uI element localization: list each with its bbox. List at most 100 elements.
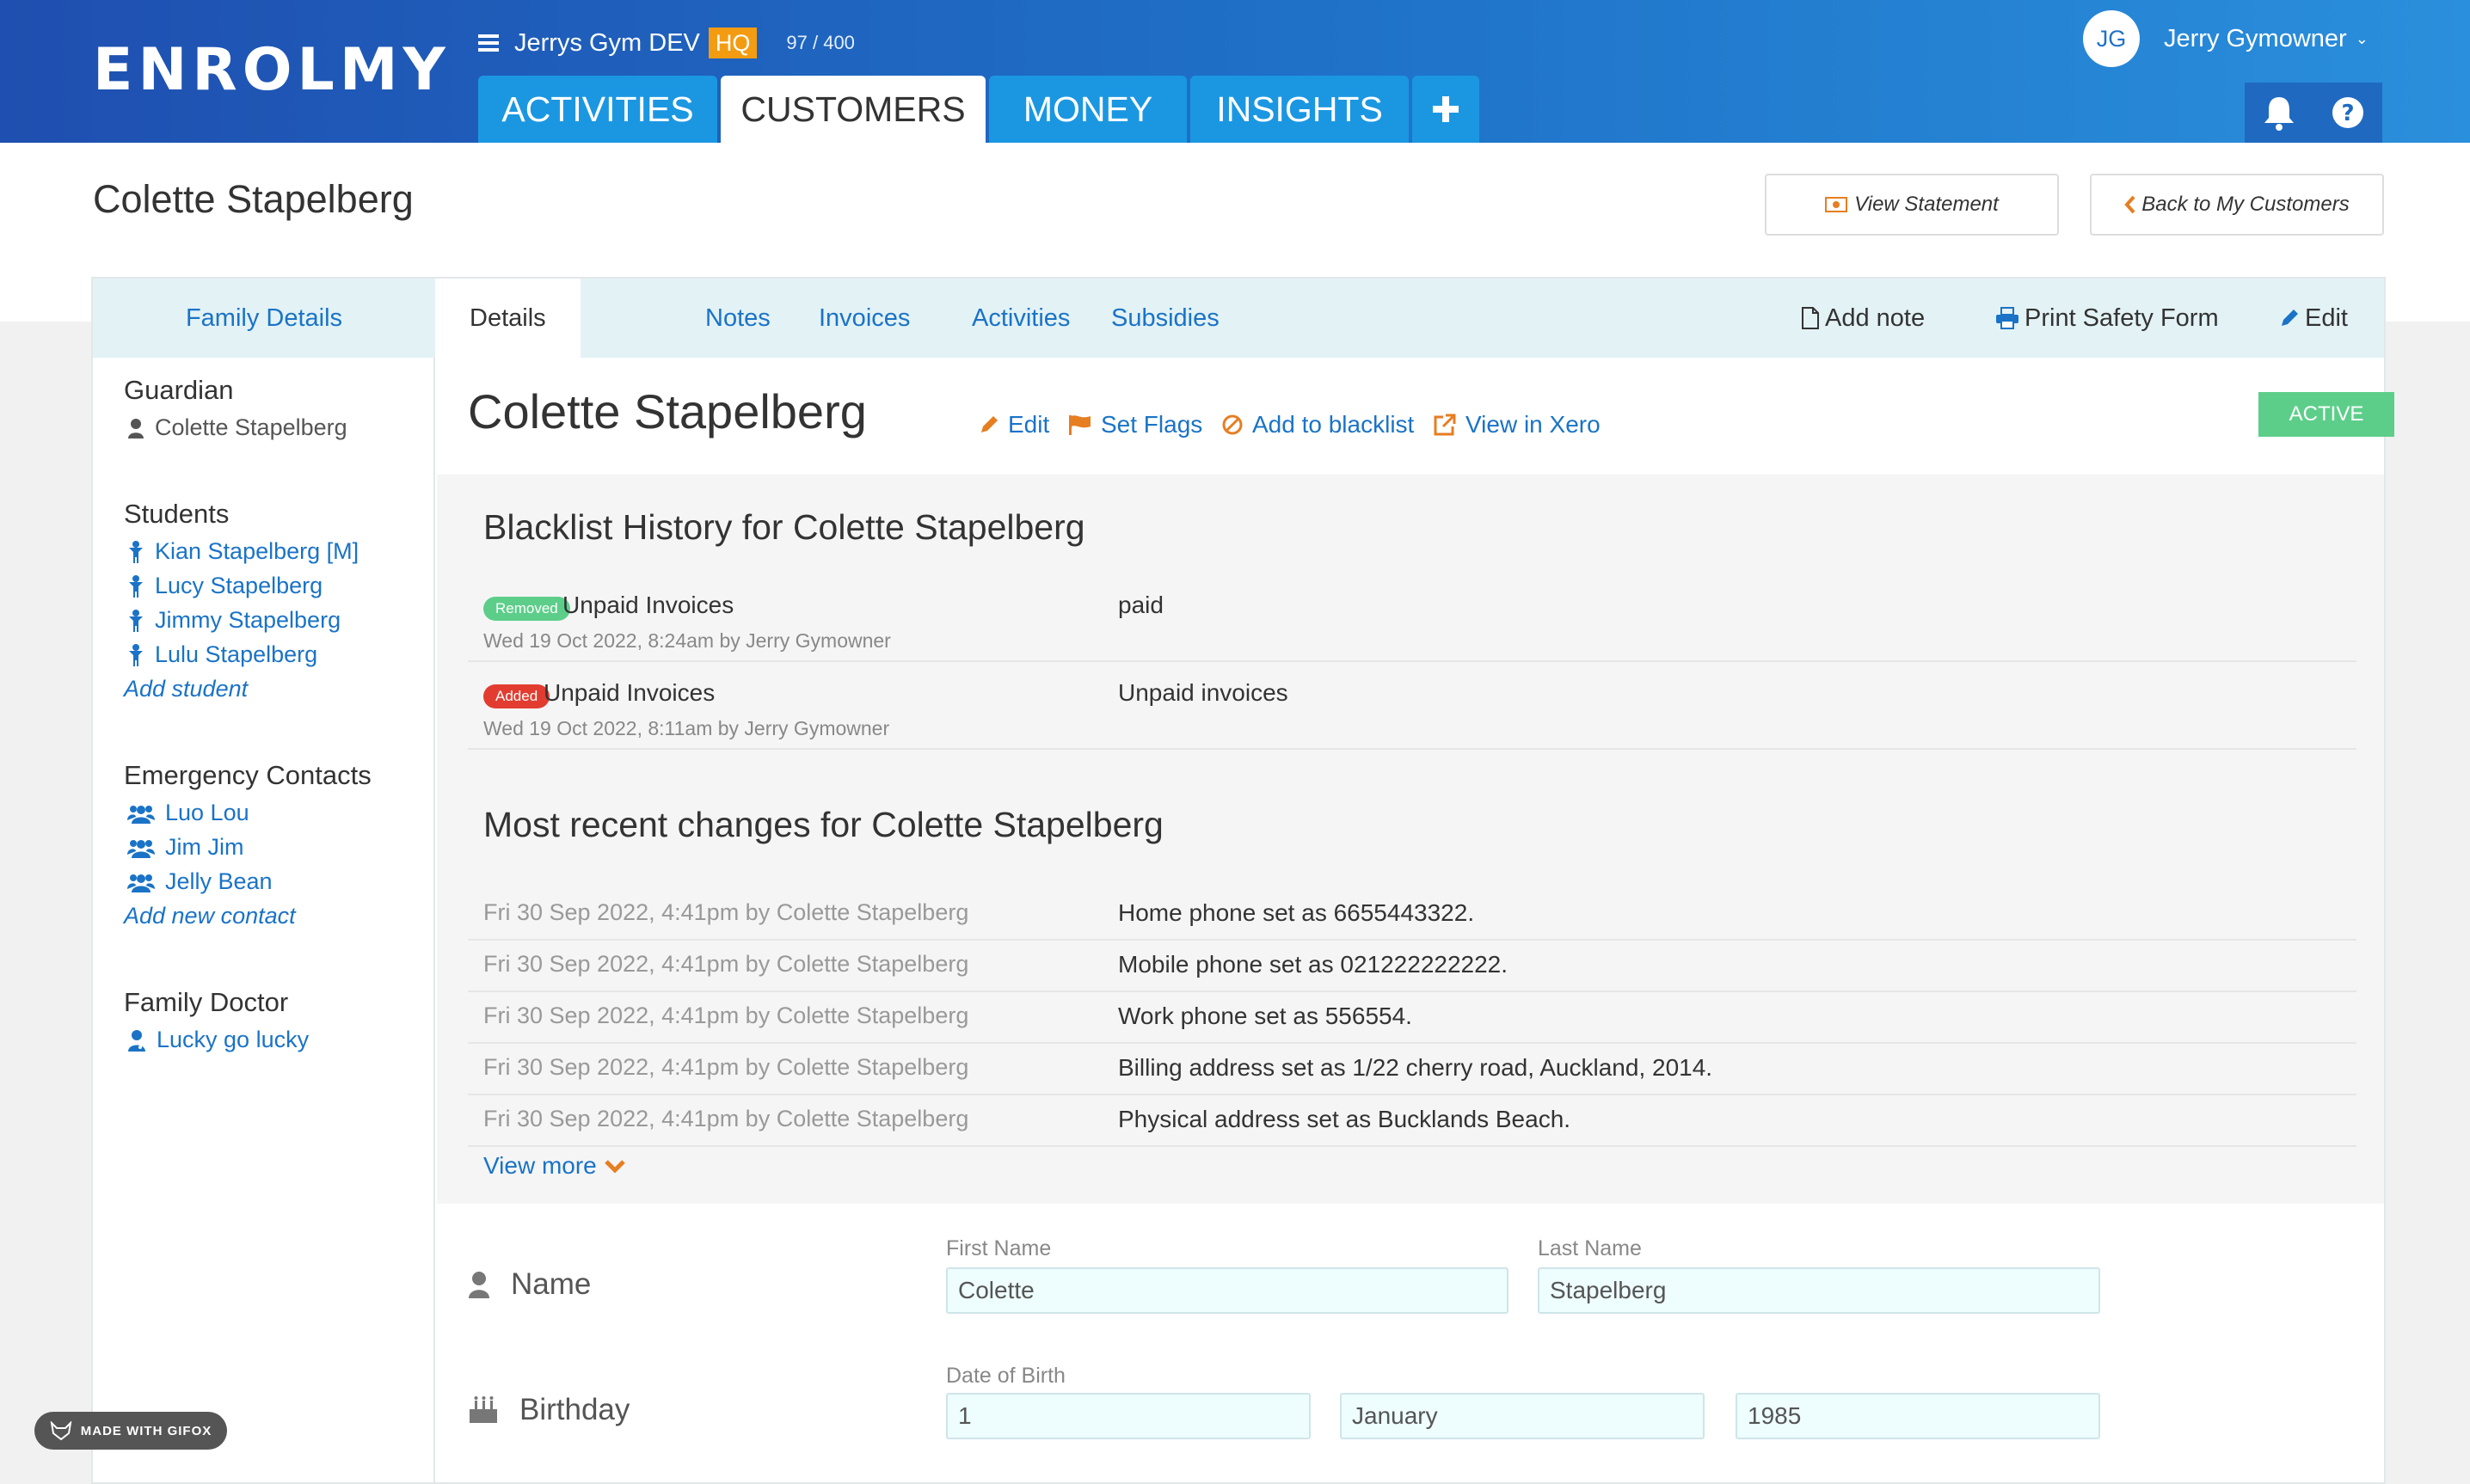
- family-sidebar: Guardian Colette Stapelberg Students Kia…: [93, 358, 435, 1484]
- avatar[interactable]: JG: [2083, 10, 2140, 67]
- hq-badge: HQ: [708, 28, 758, 58]
- blacklist-meta: Wed 19 Oct 2022, 8:24am by Jerry Gymowne…: [483, 629, 891, 652]
- change-row: Fri 30 Sep 2022, 4:41pm by Colette Stape…: [468, 1095, 2356, 1147]
- edit-customer-link[interactable]: Edit: [979, 411, 1049, 438]
- students-heading: Students: [124, 499, 230, 529]
- doctor-item[interactable]: Lucky go lucky: [127, 1027, 309, 1053]
- money-icon: [1825, 197, 1848, 212]
- help-icon: ?: [2332, 97, 2363, 128]
- student-item[interactable]: Kian Stapelberg [M]: [127, 538, 359, 565]
- last-name-input[interactable]: Stapelberg: [1538, 1267, 2100, 1314]
- dob-day-input[interactable]: 1: [946, 1393, 1311, 1439]
- added-badge: Added: [483, 684, 550, 708]
- external-link-icon: [1434, 414, 1456, 436]
- back-to-customers-button[interactable]: Back to My Customers: [2090, 174, 2384, 236]
- customer-name: Colette Stapelberg: [468, 384, 867, 438]
- child-icon: [129, 609, 143, 632]
- contact-item[interactable]: Jim Jim: [127, 834, 243, 861]
- change-meta: Fri 30 Sep 2022, 4:41pm by Colette Stape…: [483, 951, 969, 977]
- plus-icon: [1433, 96, 1459, 122]
- tab-details[interactable]: Details: [435, 279, 581, 358]
- blacklist-history-title: Blacklist History for Colette Stapelberg: [483, 507, 1085, 547]
- add-tab-button[interactable]: [1412, 76, 1479, 143]
- child-icon: [129, 540, 143, 563]
- blacklist-reason: Unpaid Invoices: [544, 679, 716, 706]
- users-icon: [127, 874, 155, 892]
- view-statement-button[interactable]: View Statement: [1765, 174, 2059, 236]
- chevron-left-icon: [2124, 195, 2135, 214]
- card-tab-strip: Family Details Details Notes Invoices Ac…: [93, 279, 2384, 358]
- customer-card: Family Details Details Notes Invoices Ac…: [91, 277, 2394, 1484]
- change-description: Work phone set as 556554.: [1118, 1003, 1412, 1029]
- contact-item[interactable]: Luo Lou: [127, 800, 249, 826]
- change-meta: Fri 30 Sep 2022, 4:41pm by Colette Stape…: [483, 899, 969, 925]
- user-name[interactable]: Jerry Gymowner: [2164, 25, 2347, 53]
- chevron-down-icon: [604, 1160, 625, 1174]
- student-item[interactable]: Lucy Stapelberg: [127, 573, 323, 599]
- enrolmy-logo[interactable]: ENROLMY: [93, 36, 451, 104]
- notifications-button[interactable]: [2245, 83, 2313, 143]
- blacklist-reason: Unpaid Invoices: [562, 592, 734, 618]
- blacklist-note: paid: [1118, 592, 1164, 618]
- edit-family-button[interactable]: Edit: [2279, 279, 2348, 358]
- doctor-icon: [128, 1029, 145, 1052]
- name-field-label: Name: [468, 1267, 591, 1302]
- recent-changes-title: Most recent changes for Colette Stapelbe…: [483, 805, 1164, 844]
- child-icon: [129, 643, 143, 666]
- first-name-label: First Name: [946, 1236, 1052, 1260]
- child-icon: [129, 574, 143, 598]
- dob-label: Date of Birth: [946, 1364, 1066, 1388]
- tab-family-details[interactable]: Family Details: [93, 279, 435, 358]
- tab-subsidies[interactable]: Subsidies: [1077, 279, 1254, 358]
- change-meta: Fri 30 Sep 2022, 4:41pm by Colette Stape…: [483, 1003, 969, 1028]
- pencil-icon: [2282, 310, 2298, 326]
- blacklist-row: Removed Unpaid Invoices Wed 19 Oct 2022,…: [468, 574, 2356, 662]
- guardian-item[interactable]: Colette Stapelberg: [127, 414, 347, 441]
- change-description: Mobile phone set as 021222222222.: [1118, 951, 1508, 978]
- hamburger-menu-icon[interactable]: [478, 34, 499, 52]
- user-icon: [128, 418, 144, 438]
- set-flags-link[interactable]: Set Flags: [1068, 411, 1202, 438]
- chevron-down-icon[interactable]: ⌄: [2356, 30, 2369, 48]
- pencil-icon: [981, 416, 998, 432]
- tab-money[interactable]: MONEY: [989, 76, 1187, 143]
- add-student-link[interactable]: Add student: [124, 676, 248, 702]
- tab-activities[interactable]: ACTIVITIES: [478, 76, 717, 143]
- student-item[interactable]: Jimmy Stapelberg: [127, 607, 341, 634]
- emergency-contacts-heading: Emergency Contacts: [124, 760, 372, 790]
- main-nav-tabs: ACTIVITIES CUSTOMERS MONEY INSIGHTS: [478, 76, 1483, 143]
- add-contact-link[interactable]: Add new contact: [124, 903, 296, 929]
- dob-month-select[interactable]: January: [1340, 1393, 1705, 1439]
- family-doctor-heading: Family Doctor: [124, 987, 289, 1017]
- dob-year-input[interactable]: 1985: [1736, 1393, 2100, 1439]
- blacklist-meta: Wed 19 Oct 2022, 8:11am by Jerry Gymowne…: [483, 717, 890, 739]
- change-meta: Fri 30 Sep 2022, 4:41pm by Colette Stape…: [483, 1106, 969, 1131]
- org-name[interactable]: Jerrys Gym DEV: [514, 29, 700, 58]
- history-panel: Blacklist History for Colette Stapelberg…: [437, 475, 2384, 1204]
- tab-insights[interactable]: INSIGHTS: [1190, 76, 1409, 143]
- contact-item[interactable]: Jelly Bean: [127, 868, 273, 895]
- document-icon: [1802, 307, 1819, 329]
- view-in-xero-link[interactable]: View in Xero: [1433, 411, 1601, 438]
- birthday-field-label: Birthday: [468, 1393, 630, 1427]
- tab-customers[interactable]: CUSTOMERS: [721, 76, 986, 143]
- change-row: Fri 30 Sep 2022, 4:41pm by Colette Stape…: [468, 941, 2356, 992]
- student-item[interactable]: Lulu Stapelberg: [127, 641, 317, 668]
- help-button[interactable]: ?: [2313, 83, 2382, 143]
- change-description: Physical address set as Bucklands Beach.: [1118, 1106, 1571, 1132]
- tab-invoices[interactable]: Invoices: [784, 279, 944, 358]
- flag-icon: [1069, 415, 1091, 435]
- print-safety-form-button[interactable]: Print Safety Form: [1995, 279, 2219, 358]
- birthday-cake-icon: [470, 1396, 497, 1423]
- org-switcher[interactable]: Jerrys Gym DEV HQ 97 / 400: [478, 26, 855, 60]
- user-menu[interactable]: JG Jerry Gymowner ⌄: [2083, 10, 2369, 67]
- ban-icon: [1222, 414, 1243, 435]
- add-note-button[interactable]: Add note: [1801, 279, 1925, 358]
- change-row: Fri 30 Sep 2022, 4:41pm by Colette Stape…: [468, 992, 2356, 1044]
- top-navigation-bar: ENROLMY Jerrys Gym DEV HQ 97 / 400 ACTIV…: [0, 0, 2470, 143]
- first-name-input[interactable]: Colette: [946, 1267, 1508, 1314]
- bell-icon: [2264, 97, 2294, 131]
- view-more-link[interactable]: View more: [483, 1152, 626, 1180]
- blacklist-note: Unpaid invoices: [1118, 679, 1288, 706]
- add-to-blacklist-link[interactable]: Add to blacklist: [1221, 411, 1414, 438]
